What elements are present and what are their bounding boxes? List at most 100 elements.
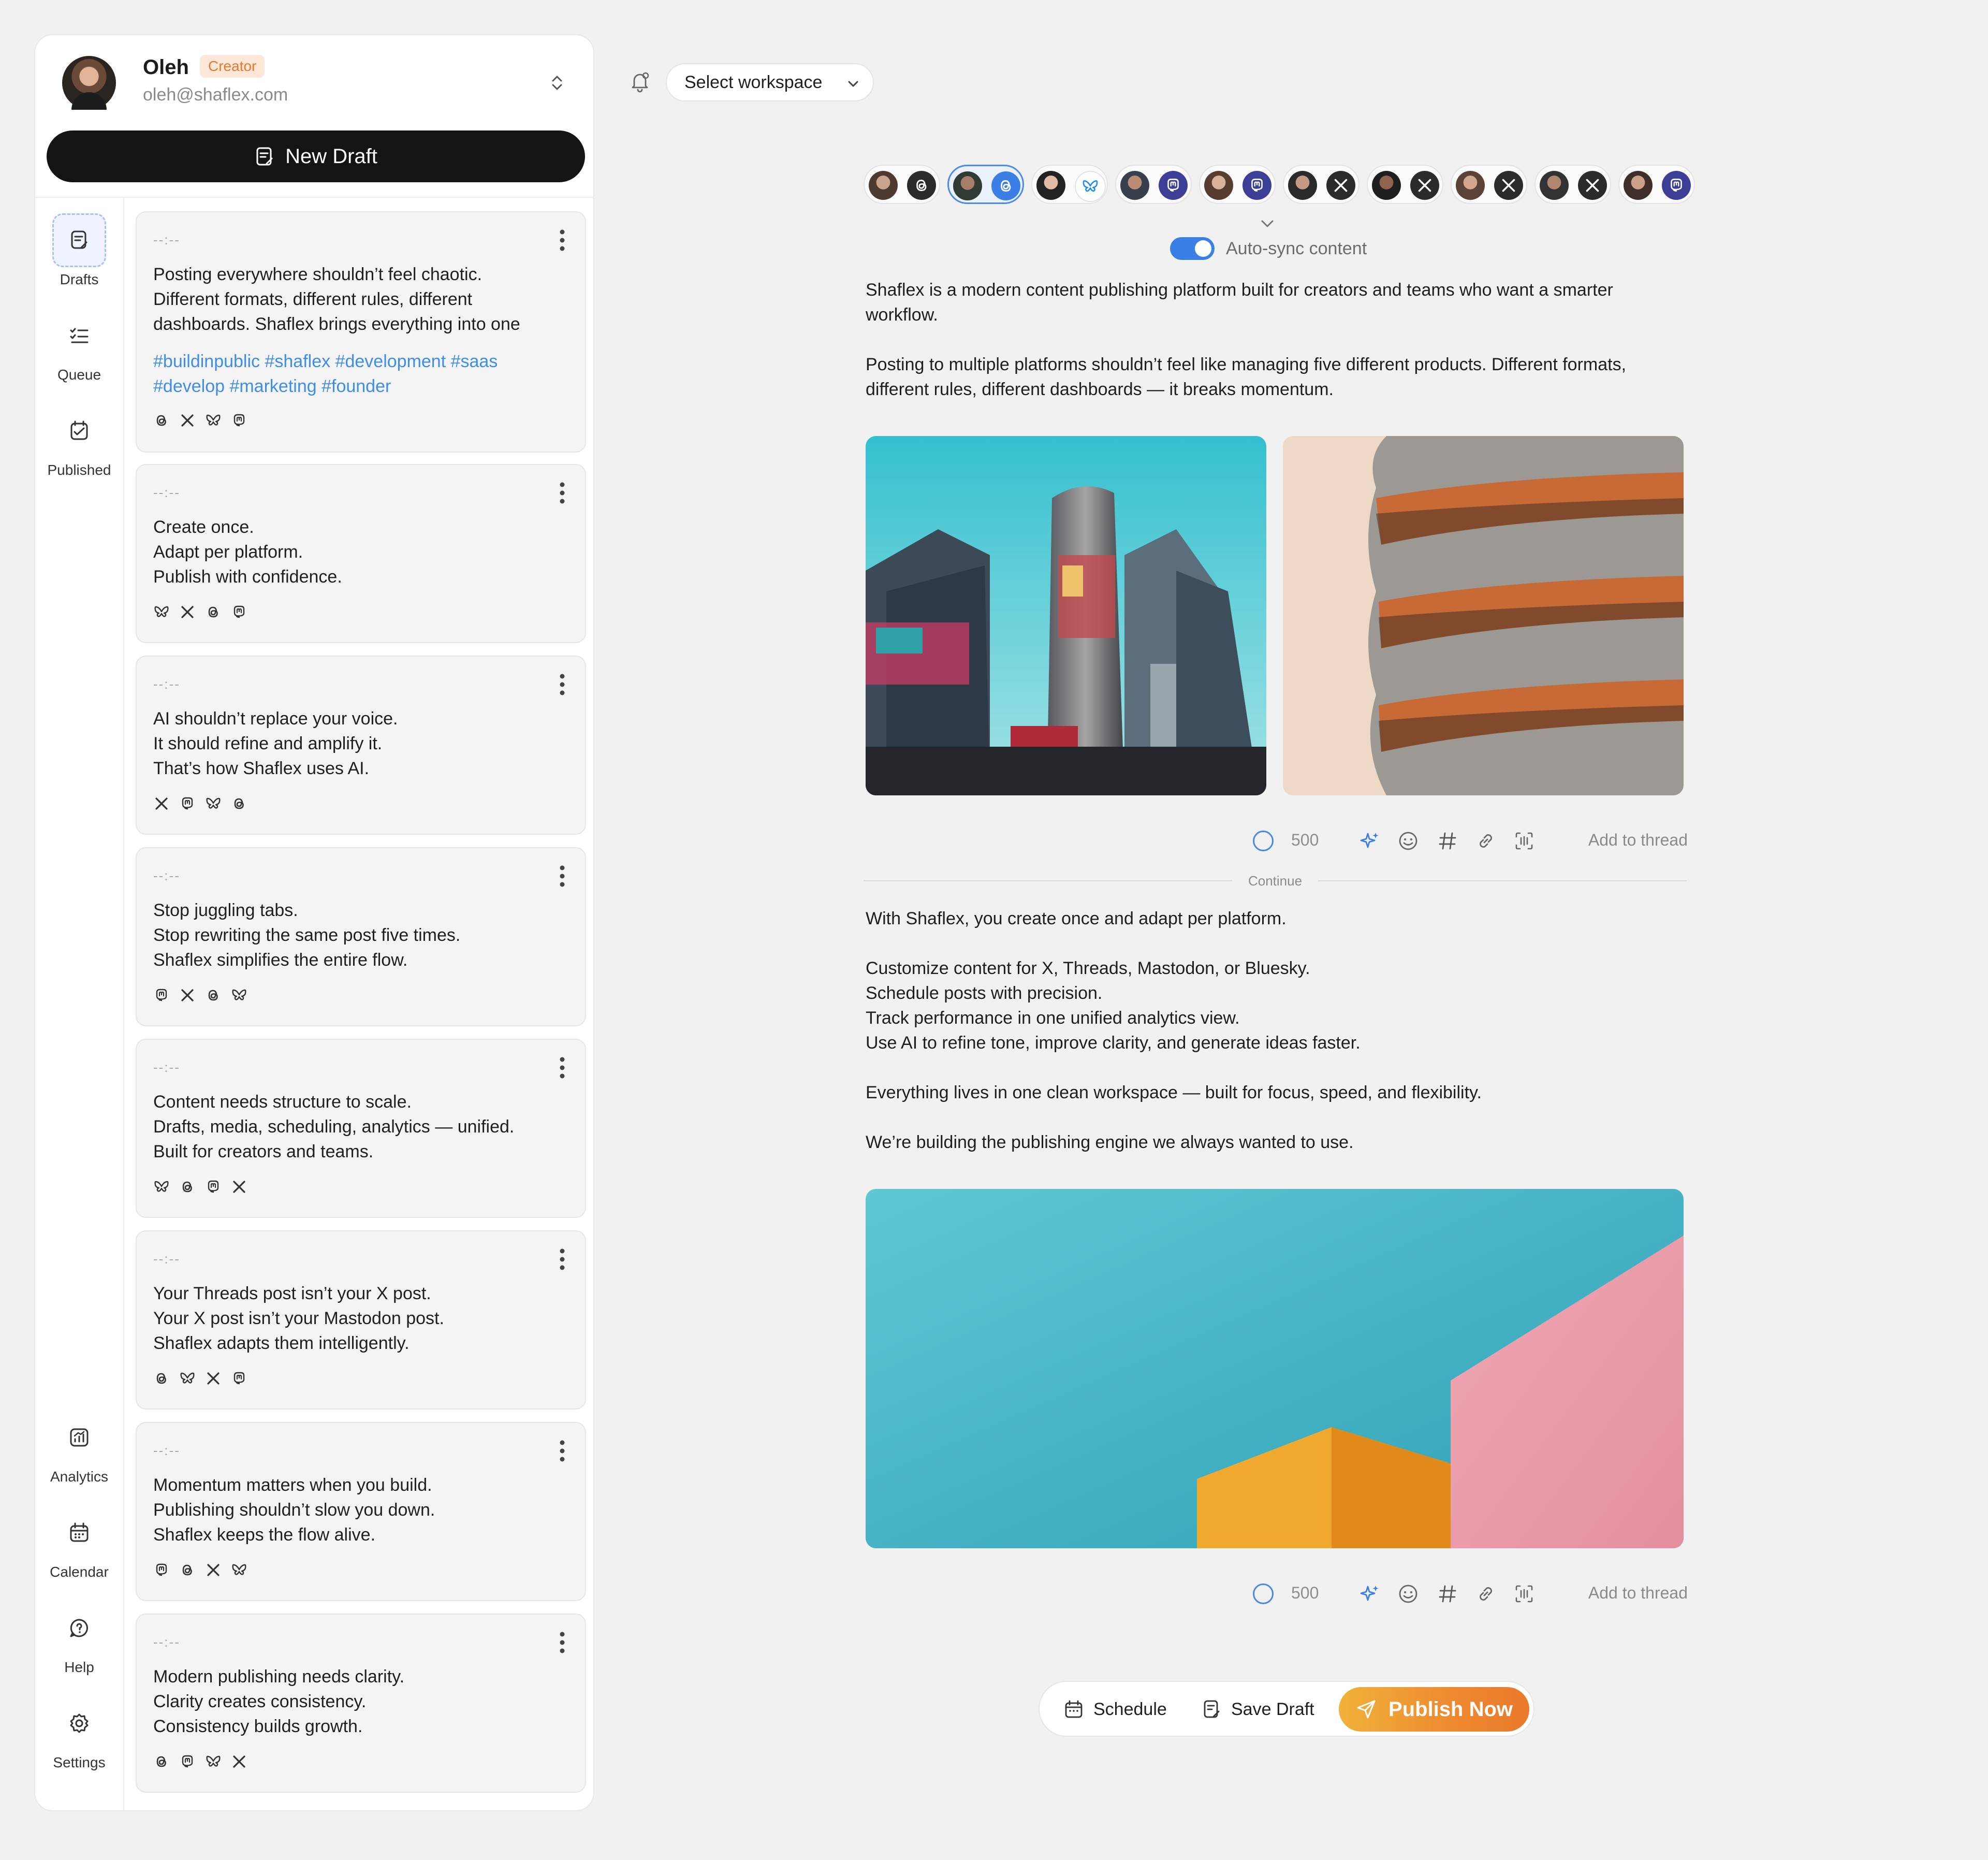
account-chip[interactable] [1367, 165, 1443, 204]
draft-card[interactable]: --:-- Stop juggling tabs. Stop rewriting… [136, 847, 586, 1026]
account-switch-icon[interactable] [547, 72, 567, 93]
send-icon [1357, 1700, 1376, 1719]
account-avatar [1540, 171, 1569, 200]
draft-card[interactable]: --:-- Your Threads post isn’t your X pos… [136, 1230, 586, 1409]
thread-continue-divider: Continue [864, 873, 1687, 889]
post-editor-text-2[interactable]: With Shaflex, you create once and adapt … [866, 906, 1689, 1155]
mastodon-icon [1251, 179, 1263, 192]
more-options-icon[interactable] [559, 1248, 565, 1271]
account-platform-badge [1326, 171, 1355, 200]
more-options-icon[interactable] [559, 1631, 565, 1654]
rail-item-published[interactable]: Published [35, 404, 123, 478]
ai-sparkle-icon[interactable] [1358, 830, 1381, 852]
mastodon-icon [233, 414, 245, 427]
publish-now-button[interactable]: Publish Now [1339, 1687, 1529, 1732]
rail-item-settings[interactable]: Settings [35, 1696, 123, 1771]
post-image-city[interactable] [866, 436, 1266, 795]
analytics-icon [52, 1411, 106, 1464]
rail-item-analytics[interactable]: Analytics [35, 1411, 123, 1485]
notifications-bell-icon[interactable] [628, 70, 651, 93]
account-avatar [1456, 171, 1485, 200]
account-chip[interactable] [864, 165, 940, 204]
more-options-icon[interactable] [559, 673, 565, 696]
draft-text: AI shouldn’t replace your voice. It shou… [153, 709, 398, 778]
workspace-select-label: Select workspace [684, 72, 823, 92]
ai-sparkle-icon[interactable] [1358, 1582, 1381, 1605]
rail-label: Analytics [50, 1469, 109, 1485]
post-image-pastel-buildings[interactable] [866, 1189, 1684, 1548]
more-options-icon[interactable] [559, 482, 565, 504]
link-icon[interactable] [1474, 830, 1497, 852]
account-avatar [1036, 171, 1065, 200]
account-chip[interactable] [947, 165, 1024, 204]
rail-item-queue[interactable]: Queue [35, 309, 123, 383]
user-email: oleh@shaflex.com [143, 85, 288, 105]
post-toolbar: 500 Add to thread [1253, 825, 1688, 856]
account-chip[interactable] [1451, 165, 1527, 204]
autosync-switch[interactable] [1170, 237, 1215, 260]
draft-time: --:-- [153, 1443, 180, 1458]
user-name: Oleh [143, 56, 189, 79]
drafts-icon [52, 213, 106, 267]
draft-card[interactable]: --:-- Create once. Adapt per platform. P… [136, 464, 586, 643]
account-chip[interactable] [1283, 165, 1360, 204]
more-options-icon[interactable] [559, 1056, 565, 1079]
save-draft-button[interactable]: Save Draft [1198, 1689, 1318, 1730]
rail-item-drafts[interactable]: Drafts [35, 213, 123, 288]
hashtag-icon[interactable] [1436, 1582, 1459, 1605]
account-chip[interactable] [1618, 165, 1695, 204]
user-avatar[interactable] [62, 56, 116, 110]
rail-item-help[interactable]: Help [35, 1601, 123, 1676]
account-platform-badge [1578, 171, 1607, 200]
new-draft-button[interactable]: New Draft [47, 130, 585, 182]
draft-card[interactable]: --:-- AI shouldn’t replace your voice. I… [136, 656, 586, 835]
draft-platforms [153, 1370, 247, 1387]
account-platform-badge [1494, 171, 1523, 200]
account-chip[interactable] [1199, 165, 1276, 204]
rail-label: Calendar [50, 1564, 109, 1580]
draft-platforms [153, 604, 247, 620]
draft-text: Modern publishing needs clarity. Clarity… [153, 1667, 405, 1736]
account-platform-badge [1410, 171, 1439, 200]
scan-media-icon[interactable] [1513, 830, 1536, 852]
account-avatar [869, 171, 898, 200]
draft-card[interactable]: --:-- Posting everywhere shouldn’t feel … [136, 211, 586, 453]
draft-card[interactable]: --:-- Momentum matters when you build. P… [136, 1422, 586, 1601]
draft-card[interactable]: --:-- Modern publishing needs clarity. C… [136, 1614, 586, 1793]
hashtag-icon[interactable] [1436, 830, 1459, 852]
more-options-icon[interactable] [559, 865, 565, 888]
workspace-select[interactable]: Select workspace [666, 63, 874, 101]
account-chip[interactable] [1115, 165, 1192, 204]
autosync-label: Auto-sync content [1226, 238, 1367, 258]
draft-time: --:-- [153, 485, 180, 500]
add-to-thread-button[interactable]: Add to thread [1588, 831, 1688, 850]
save-draft-icon [1204, 1700, 1220, 1718]
threads-icon [234, 798, 244, 809]
schedule-button[interactable]: Schedule [1060, 1689, 1170, 1730]
link-icon[interactable] [1474, 1582, 1497, 1605]
expand-accounts-chevron-icon[interactable] [1259, 217, 1276, 230]
bluesky-icon [180, 1372, 195, 1384]
scan-media-icon[interactable] [1513, 1582, 1536, 1605]
account-platform-badge [1075, 171, 1106, 202]
mastodon-icon [1167, 179, 1179, 192]
emoji-icon[interactable] [1397, 1582, 1420, 1605]
draft-card[interactable]: --:-- Content needs structure to scale. … [136, 1039, 586, 1218]
add-to-thread-button[interactable]: Add to thread [1588, 1583, 1688, 1603]
post-image-spiral-building[interactable] [1283, 436, 1684, 795]
more-options-icon[interactable] [559, 1440, 565, 1462]
account-chip[interactable] [1031, 165, 1108, 204]
rail-item-calendar[interactable]: Calendar [35, 1506, 123, 1580]
post-toolbar-2: 500 Add to thread [1253, 1578, 1688, 1609]
post-editor-text[interactable]: Shaflex is a modern content publishing p… [866, 278, 1689, 402]
sidebar-panel: Oleh Creator oleh@shaflex.com New Draft … [34, 34, 594, 1811]
calendar-icon [52, 1506, 106, 1560]
x-icon [1418, 179, 1431, 192]
x-icon [233, 1755, 245, 1768]
settings-icon [52, 1696, 106, 1750]
account-chip[interactable] [1534, 165, 1611, 204]
more-options-icon[interactable] [559, 229, 565, 252]
threads-icon [156, 415, 166, 426]
autosync-toggle[interactable]: Auto-sync content [1170, 236, 1367, 261]
emoji-icon[interactable] [1397, 830, 1420, 852]
